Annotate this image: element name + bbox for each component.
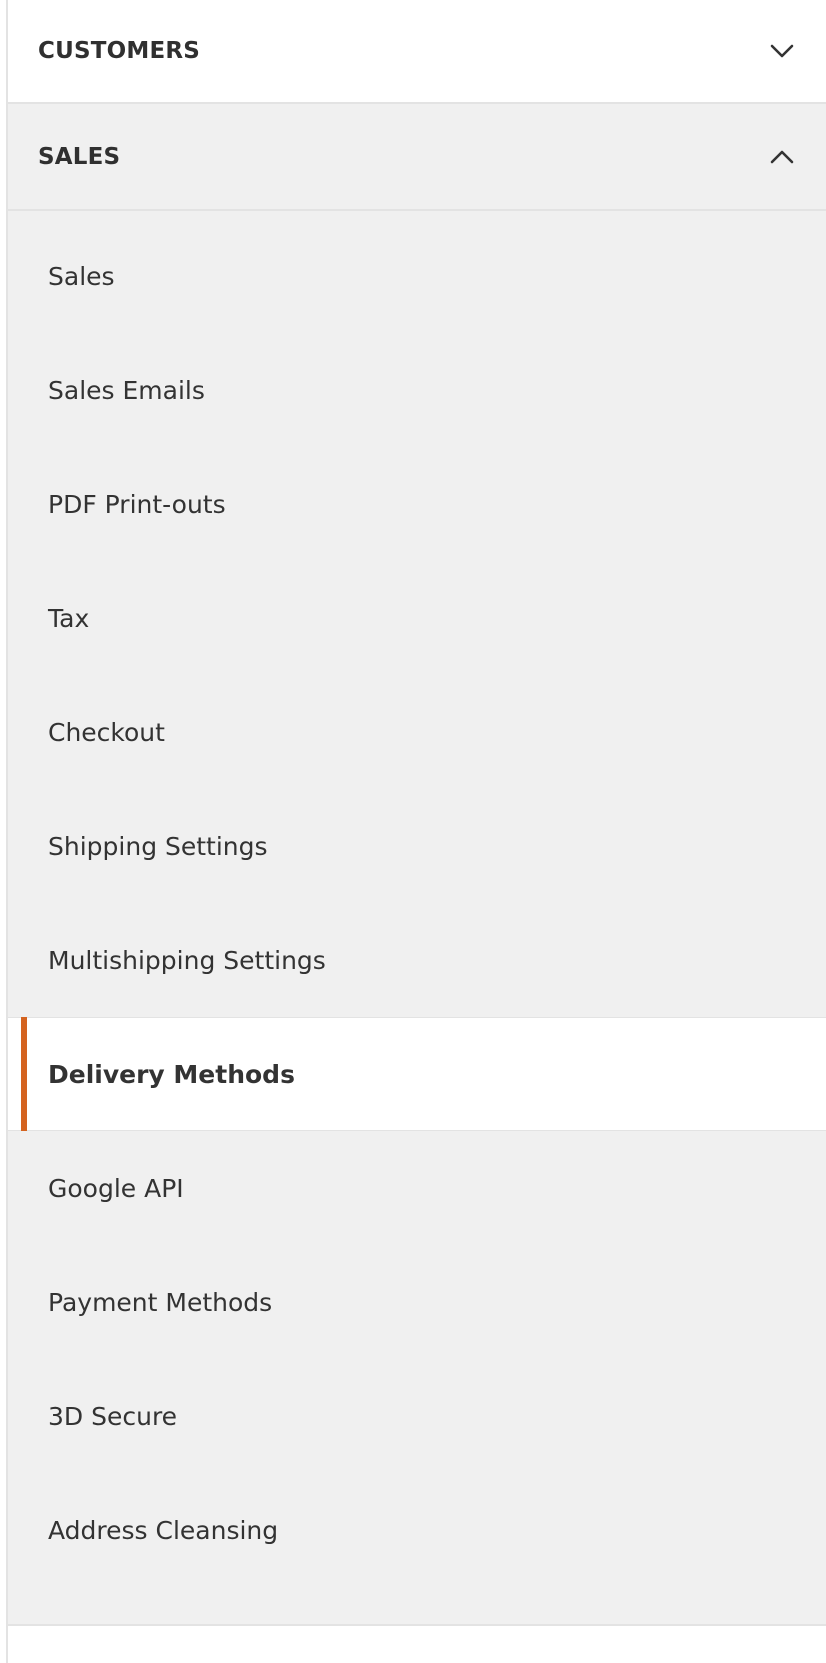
sidebar-item-tax[interactable]: Tax [8,561,826,675]
sales-nav-list: Sales Sales Emails PDF Print-outs Tax Ch… [8,219,826,1587]
sidebar-item-payment-methods[interactable]: Payment Methods [8,1245,826,1359]
sidebar-item-sales[interactable]: Sales [8,219,826,333]
section-sales-title: SALES [38,143,121,170]
section-customers-title: CUSTOMERS [38,38,201,64]
sidebar-item-3d-secure[interactable]: 3D Secure [8,1359,826,1473]
sidebar-item-address-cleansing[interactable]: Address Cleansing [8,1473,826,1587]
chevron-down-icon [764,33,800,69]
chevron-up-icon [764,139,800,175]
sidebar-item-checkout[interactable]: Checkout [8,675,826,789]
sidebar-item-delivery-methods[interactable]: Delivery Methods [8,1017,826,1131]
section-sales-header[interactable]: SALES [8,104,826,211]
sidebar-item-sales-emails[interactable]: Sales Emails [8,333,826,447]
section-sales-items: Sales Sales Emails PDF Print-outs Tax Ch… [8,211,826,1626]
config-sidebar: CUSTOMERS SALES Sales Sales Emails PDF P… [0,0,826,1663]
sidebar-item-multishipping-settings[interactable]: Multishipping Settings [8,903,826,1017]
sidebar-item-pdf-print-outs[interactable]: PDF Print-outs [8,447,826,561]
sidebar-item-google-api[interactable]: Google API [8,1131,826,1245]
section-customers-header[interactable]: CUSTOMERS [8,0,826,104]
sidebar-item-shipping-settings[interactable]: Shipping Settings [8,789,826,903]
